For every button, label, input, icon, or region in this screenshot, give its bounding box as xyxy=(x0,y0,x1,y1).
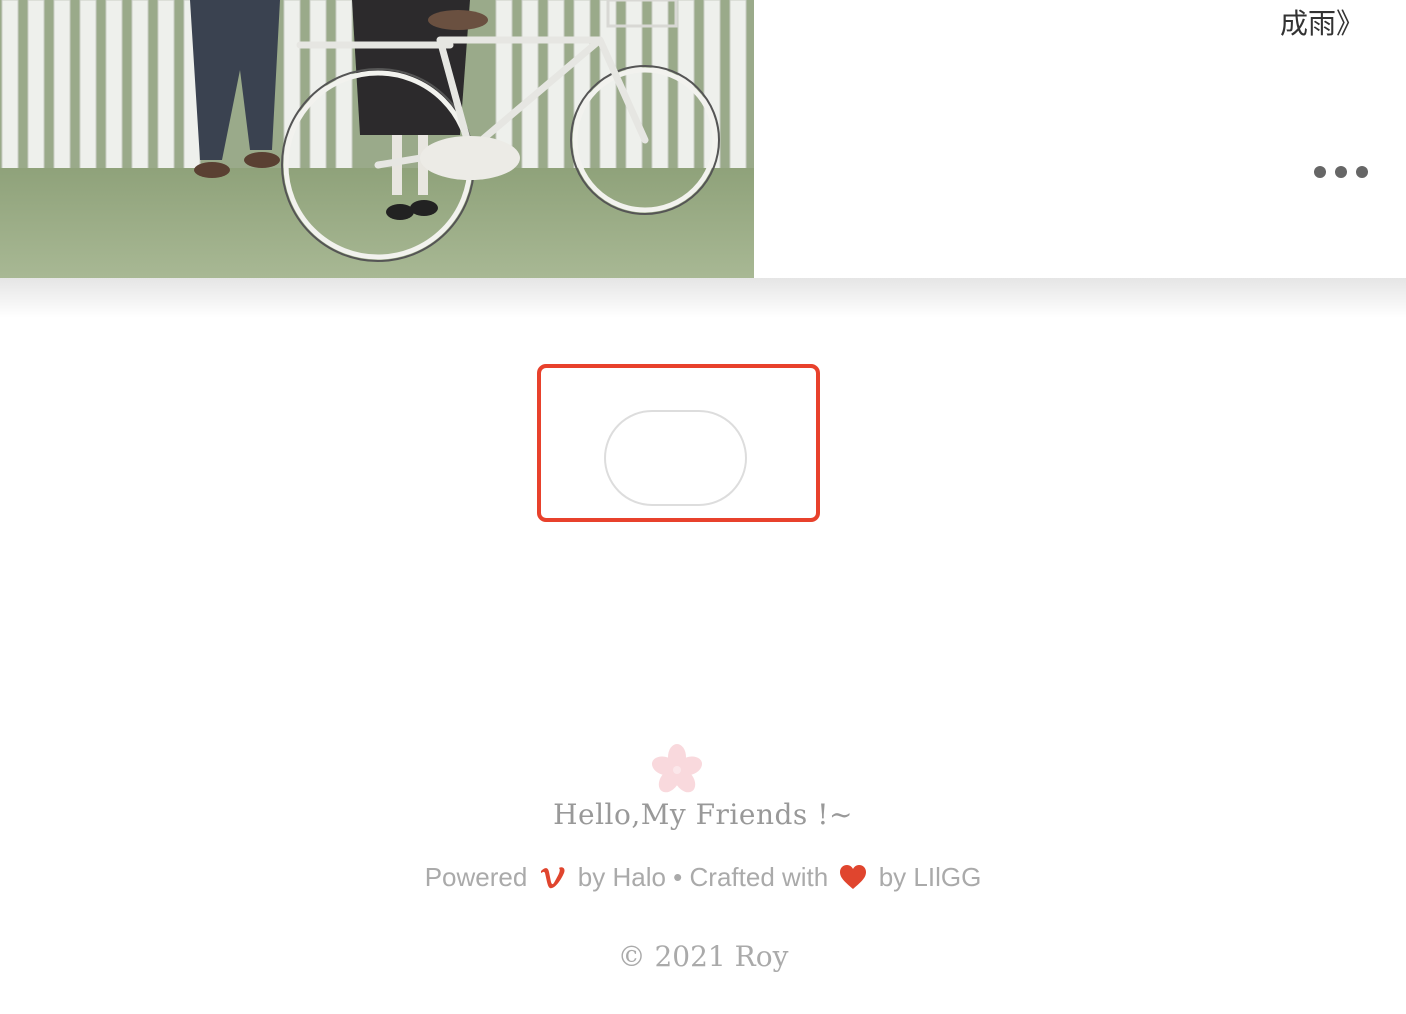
load-more-button[interactable] xyxy=(604,410,747,506)
powered-by-link[interactable]: by Halo xyxy=(578,862,666,892)
vimeo-icon[interactable] xyxy=(539,864,567,890)
separator: • xyxy=(673,862,683,892)
footer-credits: Powered by Halo • Crafted with by LIlGG xyxy=(0,862,1406,893)
post-card[interactable]: 成雨》 xyxy=(0,0,1406,278)
copyright: © 2021 Roy xyxy=(617,940,789,973)
heart-icon xyxy=(840,865,867,889)
sakura-icon xyxy=(651,744,703,793)
crafted-label: Crafted with xyxy=(689,862,829,892)
ellipsis-icon xyxy=(1335,166,1347,178)
ellipsis-icon xyxy=(1356,166,1368,178)
footer-greeting: Hello,My Friends !~ xyxy=(553,798,853,831)
card-shadow xyxy=(0,278,1406,318)
ellipsis-icon xyxy=(1314,166,1326,178)
more-options-button[interactable] xyxy=(1308,158,1374,186)
powered-label: Powered xyxy=(424,862,528,892)
post-title[interactable]: 成雨》 xyxy=(1280,2,1364,42)
crafted-by-link[interactable]: by LIlGG xyxy=(879,862,982,892)
post-cover-image[interactable] xyxy=(0,0,754,278)
